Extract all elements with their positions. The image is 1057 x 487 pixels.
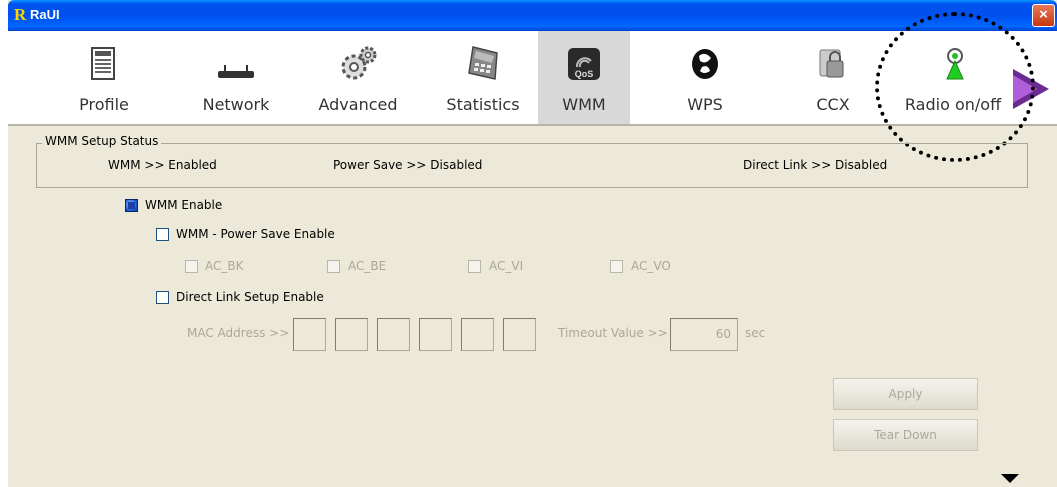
toolbar-wmm[interactable]: QoS WMM	[538, 31, 630, 124]
mac-octet-1[interactable]	[293, 318, 326, 351]
wmm-enable-label: WMM Enable	[145, 198, 223, 212]
toolbar-wps[interactable]: WPS	[670, 31, 740, 124]
toolbar-label: WPS	[687, 95, 723, 114]
direct-link-checkbox[interactable]	[156, 291, 169, 304]
ac-vi-checkbox[interactable]	[468, 260, 481, 273]
mac-octet-6[interactable]	[503, 318, 536, 351]
wmm-panel: WMM Setup Status WMM >> Enabled Power Sa…	[8, 126, 1057, 487]
wmm-icon: QoS	[568, 48, 600, 80]
power-save-status: Power Save >> Disabled	[333, 158, 483, 172]
profile-icon	[91, 47, 115, 80]
group-title: WMM Setup Status	[42, 134, 162, 148]
tear-down-button[interactable]: Tear Down	[833, 419, 978, 451]
toolbar-statistics[interactable]: Statistics	[433, 31, 533, 124]
wps-icon	[692, 49, 718, 79]
timeout-label: Timeout Value >>	[558, 326, 668, 340]
direct-link-status: Direct Link >> Disabled	[743, 158, 888, 172]
raui-window: R RaUI × Profile Network Advanced Statis…	[8, 0, 1057, 487]
statistics-icon	[468, 46, 498, 80]
toolbar-label: CCX	[816, 95, 850, 114]
timeout-unit: sec	[745, 326, 766, 340]
mac-address-label: MAC Address >>	[187, 326, 290, 340]
toolbar-label: Statistics	[446, 95, 520, 114]
ac-be-checkbox[interactable]	[327, 260, 340, 273]
toolbar-label: Profile	[79, 95, 129, 114]
direct-link-label: Direct Link Setup Enable	[176, 290, 324, 304]
qos-badge: QoS	[575, 69, 594, 79]
mac-octet-2[interactable]	[335, 318, 368, 351]
ac-vo-checkbox[interactable]	[610, 260, 623, 273]
toolbar-label: Advanced	[318, 95, 398, 114]
timeout-field[interactable]: 60	[670, 318, 738, 351]
mac-octet-5[interactable]	[461, 318, 494, 351]
ac-bk-label: AC_BK	[205, 259, 244, 273]
ac-vi-label: AC_VI	[489, 259, 524, 273]
mac-octet-3[interactable]	[377, 318, 410, 351]
scroll-down-icon[interactable]	[983, 468, 1033, 487]
ac-vo-label: AC_VO	[631, 259, 671, 273]
network-icon	[218, 65, 254, 78]
toolbar-advanced[interactable]: Advanced	[310, 31, 406, 124]
ac-be-label: AC_BE	[348, 259, 387, 273]
title-bar: R RaUI ×	[8, 0, 1057, 31]
toolbar-label: WMM	[562, 95, 606, 114]
close-button[interactable]: ×	[1032, 4, 1055, 27]
wmm-enable-checkbox[interactable]	[125, 199, 138, 212]
toolbar-ccx[interactable]: CCX	[803, 31, 863, 124]
toolbar-label: Network	[202, 95, 270, 114]
toolbar-network[interactable]: Network	[193, 31, 279, 124]
advanced-icon	[341, 46, 377, 80]
window-title: RaUI	[30, 7, 60, 22]
apply-button[interactable]: Apply	[833, 378, 978, 410]
power-save-checkbox[interactable]	[156, 228, 169, 241]
ac-bk-checkbox[interactable]	[185, 260, 198, 273]
power-save-label: WMM - Power Save Enable	[176, 227, 335, 241]
mac-octet-4[interactable]	[419, 318, 452, 351]
ccx-icon	[819, 49, 844, 78]
toolbar-profile[interactable]: Profile	[63, 31, 145, 124]
wmm-status: WMM >> Enabled	[108, 158, 217, 172]
